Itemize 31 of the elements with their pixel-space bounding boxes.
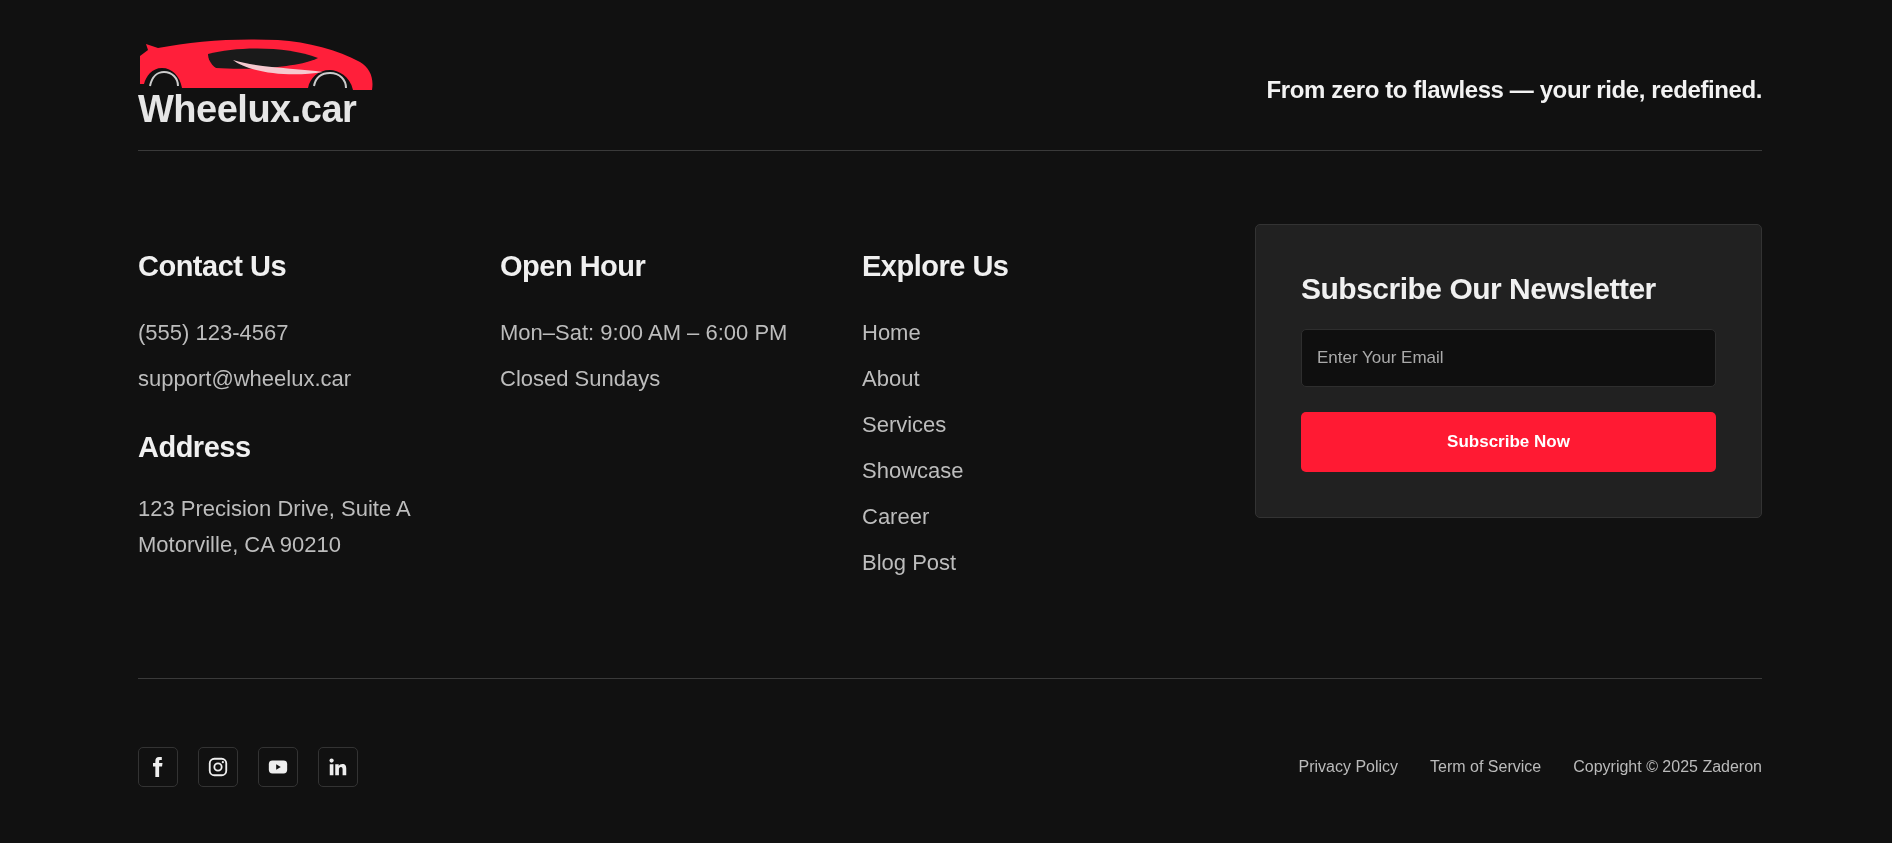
tagline: From zero to flawless — your ride, redefined. (1266, 76, 1762, 104)
instagram-icon (207, 756, 229, 778)
contact-text: (555) 123-4567 (138, 318, 290, 347)
nav-link[interactable]: About (862, 355, 1224, 402)
newsletter-title: Subscribe Our Newsletter (1301, 271, 1657, 307)
subscribe-button[interactable]: Subscribe Now (1301, 412, 1716, 472)
nav-link[interactable]: Blog Post (862, 539, 1224, 586)
footer-link[interactable]: Term of Service (1430, 758, 1542, 776)
column-heading: Contact Us (138, 249, 288, 284)
social-button[interactable] (138, 747, 178, 787)
social-button[interactable] (318, 747, 358, 787)
email-field[interactable]: Enter Your Email (1301, 329, 1716, 387)
copyright-text: Copyright © 2025 Zaderon (1573, 758, 1762, 776)
social-button[interactable] (198, 747, 238, 787)
nav-link[interactable]: Showcase (862, 447, 1224, 494)
facebook-icon (153, 757, 163, 777)
logo-text: Wheelux.car (138, 90, 357, 128)
address-line: 123 Precision Drive, Suite A (138, 494, 412, 523)
nav-link[interactable]: Career (862, 493, 1224, 540)
address-line: Motorville, CA 90210 (138, 530, 342, 559)
contact-text: support@wheelux.car (138, 364, 353, 393)
footer-link[interactable]: Privacy Policy (1298, 758, 1399, 776)
nav-link[interactable]: Services (862, 401, 1224, 448)
nav-link[interactable]: Home (862, 309, 1224, 356)
column-heading: Explore Us (862, 249, 1010, 284)
linkedin-icon (327, 756, 349, 778)
contact-text: Mon–Sat: 9:00 AM – 6:00 PM (500, 318, 789, 347)
column-heading: Address (138, 429, 252, 465)
social-button[interactable] (258, 747, 298, 787)
contact-text: Closed Sundays (500, 364, 662, 393)
column-heading: Open Hour (500, 249, 647, 284)
